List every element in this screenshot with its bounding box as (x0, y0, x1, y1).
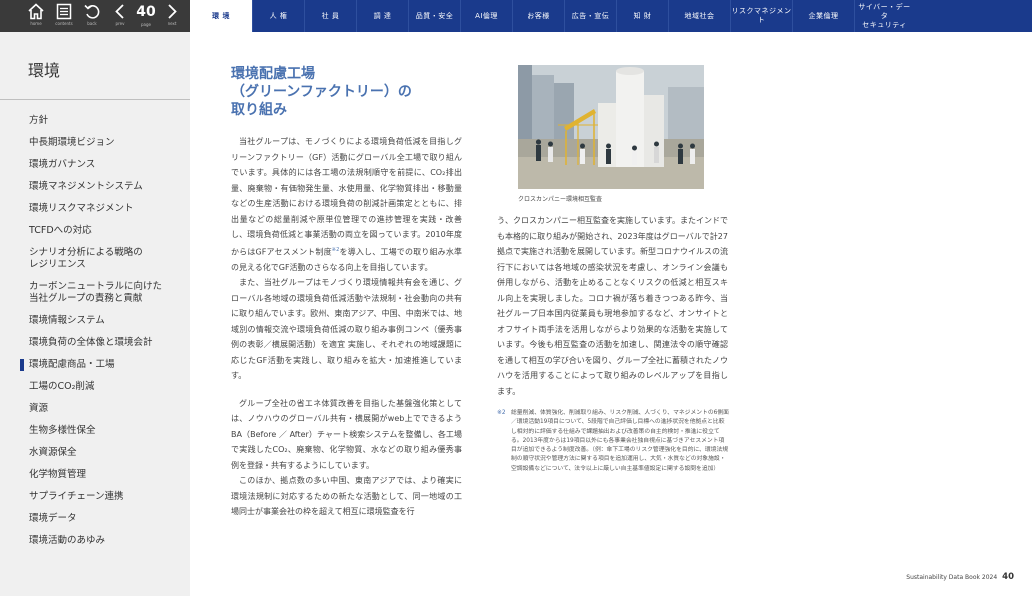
sidebar-item[interactable]: 生物多様性保全 (0, 420, 190, 442)
back-button[interactable]: back (78, 0, 106, 32)
sidebar-item-label: 生物多様性保全 (29, 425, 96, 436)
sidebar-item[interactable]: 環境データ (0, 508, 190, 530)
tab[interactable]: 地域社会 (668, 0, 730, 32)
sidebar-item-label: 環境ガバナンス (29, 159, 96, 170)
footnote-text: 総量削減、体質強化、削減取り組み、リスク削減、人づくり、マネジメントの6側面／環… (511, 410, 729, 472)
tab[interactable]: 企業倫理 (792, 0, 854, 32)
sidebar-item[interactable]: 環境リスクマネジメント (0, 198, 190, 220)
next-button[interactable]: next (158, 0, 186, 32)
next-label: next (167, 21, 177, 26)
paragraph: 当社グループは、モノづくりによる環境負荷低減を目指しグリーンファクトリー（GF）… (231, 134, 462, 275)
sidebar-item-label: 環境マネジメントシステム (29, 181, 143, 192)
paragraph: また、当社グループはモノづくり環境情報共有会を通じ、グローバル各地域の環境負荷低… (231, 278, 462, 381)
footer-page-number: 40 (1002, 572, 1014, 582)
paragraph: このほか、拠点数の多い中国、東南アジアでは、より確実に環境法規制に対応するための… (231, 476, 462, 517)
sidebar-item[interactable]: 環境情報システム (0, 310, 190, 332)
sidebar-item[interactable]: 環境負荷の全体像と環境会計 (0, 332, 190, 354)
tab[interactable]: 広告・宣伝 (564, 0, 616, 32)
audit-photo (518, 65, 704, 189)
paragraph: う、クロスカンパニー相互監査を実施しています。またインドでも本格的に取り組みが開… (497, 216, 728, 396)
sidebar-item-label: 環境リスクマネジメント (29, 203, 134, 214)
tab[interactable]: AI倫理 (460, 0, 512, 32)
contents-label: contents (55, 21, 73, 26)
prev-label: prev (115, 21, 125, 26)
footer-title: Sustainability Data Book 2024 (906, 574, 998, 581)
chevron-right-icon (168, 4, 177, 19)
sidebar: 環境 方針中長期環境ビジョン 環境ガバナンス環境マネジメントシステム 環境リスクマネ… (0, 32, 190, 596)
tab[interactable]: 社 員 (304, 0, 356, 32)
home-icon (28, 3, 44, 20)
tab[interactable]: 調 達 (356, 0, 408, 32)
sidebar-item[interactable]: TCFDへの対応 (0, 220, 190, 242)
sidebar-item[interactable]: 方針 (0, 110, 190, 132)
sidebar-item-label: 資源 (29, 403, 49, 414)
sidebar-item[interactable]: 環境マネジメントシステム (0, 176, 190, 198)
sidebar-item-label: 環境情報システム (29, 315, 105, 326)
sidebar-item-label: 水資源保全 (29, 447, 77, 458)
back-icon (84, 4, 100, 19)
sidebar-item-label: シナリオ分析による戦略の レジリエンス (29, 247, 143, 270)
sidebar-item-label: 環境負荷の全体像と環境会計 (29, 337, 153, 348)
footnote-mark: ※2 (497, 410, 506, 416)
sidebar-item[interactable]: 中長期環境ビジョン (0, 132, 190, 154)
sidebar-item-label: サプライチェーン連携 (29, 491, 124, 502)
sidebar-item[interactable]: 工場のCO₂削減 (0, 376, 190, 398)
page-footer: Sustainability Data Book 2024 40 (906, 572, 1014, 582)
home-label: home (30, 21, 42, 26)
sidebar-item[interactable]: サプライチェーン連携 (0, 486, 190, 508)
contents-button[interactable]: contents (50, 0, 78, 32)
sidebar-item-label: カーボンニュートラルに向けた 当社グループの責務と貢献 (29, 281, 163, 304)
sidebar-item[interactable]: 環境配慮商品・工場 (0, 354, 190, 376)
sidebar-item-label: 環境活動のあゆみ (29, 535, 106, 546)
sidebar-item[interactable]: シナリオ分析による戦略の レジリエンス (0, 242, 190, 276)
footnote: ※2 総量削減、体質強化、削減取り組み、リスク削減、人づくり、マネジメントの6側… (497, 409, 729, 474)
sidebar-item-label: 環境配慮商品・工場 (29, 359, 115, 370)
section-heading: 環境配慮工場 （グリーンファクトリー）の 取り組み (231, 65, 471, 119)
page-label: page (141, 22, 151, 27)
prev-button[interactable]: prev (106, 0, 134, 32)
sidebar-item[interactable]: カーボンニュートラルに向けた 当社グループの責務と貢献 (0, 276, 190, 310)
contents-icon (56, 3, 72, 20)
sidebar-item-label: 中長期環境ビジョン (29, 137, 115, 148)
sidebar-item[interactable]: 環境活動のあゆみ (0, 530, 190, 552)
photo-caption: クロスカンパニー環境相互監査 (518, 196, 603, 203)
tab[interactable]: 環 境 (190, 0, 252, 32)
sidebar-item[interactable]: 化学物質管理 (0, 464, 190, 486)
category-tabs: 環 境人 権社 員調 達品質・安全 AI倫理 お客様 広告・宣伝知 財地域社会 リスクマ… (190, 0, 1032, 32)
tab[interactable]: 人 権 (252, 0, 304, 32)
sidebar-divider (0, 99, 190, 100)
page-number: 40 (136, 4, 156, 20)
tab[interactable]: サイバー・データ セキュリティ (854, 0, 914, 32)
sidebar-title: 環境 (28, 61, 61, 80)
toolbar: home contents back prev 40 page next (0, 0, 190, 32)
heading-line: 環境配慮工場 (231, 66, 315, 82)
tab[interactable]: 知 財 (616, 0, 668, 32)
page-indicator: 40 page (134, 0, 158, 32)
heading-line: 取り組み (231, 102, 287, 118)
chevron-left-icon (115, 4, 124, 19)
sidebar-item[interactable]: 環境ガバナンス (0, 154, 190, 176)
factory-audit-illustration (518, 65, 704, 189)
sidebar-item-label: 方針 (29, 115, 49, 126)
top-bar: home contents back prev 40 page next 環 境… (0, 0, 1032, 32)
tab[interactable]: 品質・安全 (408, 0, 460, 32)
sidebar-item-label: TCFDへの対応 (29, 225, 92, 236)
sidebar-item[interactable]: 水資源保全 (0, 442, 190, 464)
paragraph: グループ全社の省エネ体質改善を目指した基盤強化策としては、ノウハウのグローバル共… (231, 398, 462, 470)
sidebar-nav: 方針中長期環境ビジョン 環境ガバナンス環境マネジメントシステム 環境リスクマネジメン… (0, 110, 190, 552)
back-label: back (87, 21, 97, 26)
sidebar-item-label: 化学物質管理 (29, 469, 87, 480)
home-button[interactable]: home (22, 0, 50, 32)
article-right-column: う、クロスカンパニー相互監査を実施しています。またインドでも本格的に取り組みが開… (497, 213, 728, 399)
tab[interactable]: お客様 (512, 0, 564, 32)
sidebar-item[interactable]: 資源 (0, 398, 190, 420)
paragraph-text: 当社グループは、モノづくりによる環境負荷低減を目指しグリーンファクトリー（GF）… (231, 137, 462, 257)
sidebar-item-label: 工場のCO₂削減 (29, 381, 95, 392)
heading-line: （グリーンファクトリー）の (231, 84, 412, 100)
article-left-column: 当社グループは、モノづくりによる環境負荷低減を目指しグリーンファクトリー（GF）… (231, 134, 462, 520)
sidebar-item-label: 環境データ (29, 513, 77, 524)
tab[interactable]: リスクマネジメント (730, 0, 792, 32)
